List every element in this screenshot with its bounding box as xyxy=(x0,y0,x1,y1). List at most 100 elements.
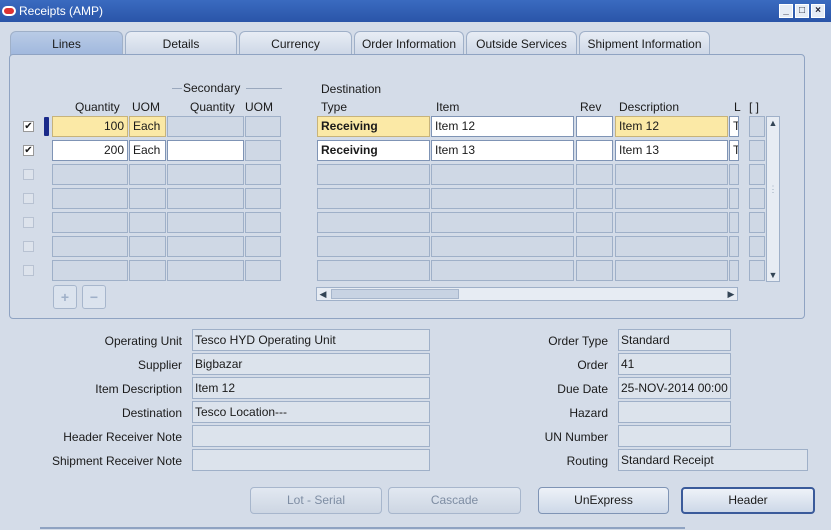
scroll-right-icon[interactable]: ▶ xyxy=(725,288,737,300)
folder-icon[interactable]: [ ] xyxy=(749,100,759,114)
tab-details[interactable]: Details xyxy=(125,31,237,55)
grid-cell-sec-quantity[interactable] xyxy=(167,116,244,137)
grid-cell-rev[interactable] xyxy=(576,188,613,209)
scroll-down-icon[interactable]: ▼ xyxy=(767,269,779,281)
scroll-left-icon[interactable]: ◀ xyxy=(317,288,329,300)
row-select-checkbox[interactable]: ✔ xyxy=(23,121,34,132)
grid-cell-l[interactable] xyxy=(729,188,739,209)
grid-cell-rev[interactable] xyxy=(576,212,613,233)
horizontal-scroll-thumb[interactable] xyxy=(331,289,459,299)
tab-lines[interactable]: Lines xyxy=(10,31,123,56)
grid-cell-quantity[interactable] xyxy=(52,260,128,281)
grid-cell-sec-quantity[interactable] xyxy=(167,140,244,161)
grid-cell-uom[interactable] xyxy=(129,188,166,209)
grid-cell-rev[interactable] xyxy=(576,164,613,185)
grid-cell-uom[interactable]: Each xyxy=(129,116,166,137)
order-type-field[interactable]: Standard xyxy=(618,329,731,351)
scroll-thumb-grip-icon[interactable]: ⋮ xyxy=(767,183,779,195)
close-icon[interactable]: × xyxy=(811,4,825,18)
grid-cell-quantity[interactable] xyxy=(52,212,128,233)
grid-cell-description[interactable] xyxy=(615,260,728,281)
order-field[interactable]: 41 xyxy=(618,353,731,375)
grid-cell-sec-quantity[interactable] xyxy=(167,164,244,185)
grid-cell-uom[interactable] xyxy=(129,212,166,233)
grid-cell-rev[interactable] xyxy=(576,116,613,137)
grid-cell-quantity[interactable]: 200 xyxy=(52,140,128,161)
row-select-checkbox[interactable] xyxy=(23,193,34,204)
grid-cell-dest-type[interactable] xyxy=(317,164,430,185)
grid-cell-folder[interactable] xyxy=(749,116,765,137)
grid-cell-l[interactable]: T xyxy=(729,116,739,137)
grid-cell-sec-quantity[interactable] xyxy=(167,260,244,281)
row-select-checkbox[interactable] xyxy=(23,265,34,276)
grid-cell-quantity[interactable] xyxy=(52,188,128,209)
tab-shipment-information[interactable]: Shipment Information xyxy=(579,31,710,55)
grid-cell-l[interactable]: T xyxy=(729,140,739,161)
grid-cell-sec-uom[interactable] xyxy=(245,140,281,161)
grid-cell-item[interactable] xyxy=(431,164,574,185)
grid-cell-item[interactable] xyxy=(431,236,574,257)
grid-cell-description[interactable]: Item 12 xyxy=(615,116,728,137)
grid-cell-quantity[interactable] xyxy=(52,164,128,185)
grid-cell-description[interactable]: Item 13 xyxy=(615,140,728,161)
grid-cell-folder[interactable] xyxy=(749,164,765,185)
grid-cell-l[interactable] xyxy=(729,164,739,185)
row-select-checkbox[interactable]: ✔ xyxy=(23,145,34,156)
scroll-up-icon[interactable]: ▲ xyxy=(767,117,779,129)
tab-currency[interactable]: Currency xyxy=(239,31,352,55)
grid-cell-l[interactable] xyxy=(729,212,739,233)
grid-horizontal-scrollbar[interactable]: ◀ ▶ xyxy=(316,287,738,301)
grid-cell-quantity[interactable]: 100 xyxy=(52,116,128,137)
add-row-button[interactable]: + xyxy=(53,285,77,309)
grid-cell-sec-uom[interactable] xyxy=(245,116,281,137)
grid-cell-l[interactable] xyxy=(729,260,739,281)
hazard-field[interactable] xyxy=(618,401,731,423)
grid-vertical-scrollbar[interactable]: ▲ ⋮ ▼ xyxy=(766,116,780,282)
operating-unit-field[interactable]: Tesco HYD Operating Unit xyxy=(192,329,430,351)
minimize-icon[interactable]: _ xyxy=(779,4,793,18)
remove-row-button[interactable]: − xyxy=(82,285,106,309)
grid-cell-folder[interactable] xyxy=(749,236,765,257)
grid-cell-folder[interactable] xyxy=(749,260,765,281)
destination-field[interactable]: Tesco Location--- xyxy=(192,401,430,423)
grid-cell-folder[interactable] xyxy=(749,212,765,233)
grid-cell-sec-uom[interactable] xyxy=(245,212,281,233)
grid-cell-dest-type[interactable]: Receiving xyxy=(317,140,430,161)
grid-cell-description[interactable] xyxy=(615,188,728,209)
row-select-checkbox[interactable] xyxy=(23,217,34,228)
tab-outside-services[interactable]: Outside Services xyxy=(466,31,577,55)
grid-cell-rev[interactable] xyxy=(576,236,613,257)
row-select-checkbox[interactable] xyxy=(23,241,34,252)
grid-cell-quantity[interactable] xyxy=(52,236,128,257)
grid-cell-item[interactable]: Item 13 xyxy=(431,140,574,161)
grid-cell-sec-uom[interactable] xyxy=(245,164,281,185)
grid-cell-sec-uom[interactable] xyxy=(245,236,281,257)
grid-cell-rev[interactable] xyxy=(576,260,613,281)
grid-cell-sec-quantity[interactable] xyxy=(167,188,244,209)
grid-cell-dest-type[interactable]: Receiving xyxy=(317,116,430,137)
grid-cell-description[interactable] xyxy=(615,212,728,233)
grid-cell-uom[interactable] xyxy=(129,236,166,257)
cascade-button[interactable]: Cascade xyxy=(388,487,521,514)
row-select-checkbox[interactable] xyxy=(23,169,34,180)
header-button[interactable]: Header xyxy=(681,487,815,514)
grid-cell-uom[interactable] xyxy=(129,164,166,185)
unexpress-button[interactable]: UnExpress xyxy=(538,487,669,514)
grid-cell-description[interactable] xyxy=(615,236,728,257)
grid-cell-sec-uom[interactable] xyxy=(245,260,281,281)
grid-cell-dest-type[interactable] xyxy=(317,260,430,281)
grid-cell-dest-type[interactable] xyxy=(317,236,430,257)
supplier-field[interactable]: Bigbazar xyxy=(192,353,430,375)
grid-cell-dest-type[interactable] xyxy=(317,212,430,233)
grid-cell-sec-quantity[interactable] xyxy=(167,236,244,257)
grid-cell-item[interactable] xyxy=(431,260,574,281)
shipment-receiver-note-field[interactable] xyxy=(192,449,430,471)
grid-cell-sec-quantity[interactable] xyxy=(167,212,244,233)
routing-field[interactable]: Standard Receipt xyxy=(618,449,808,471)
grid-cell-description[interactable] xyxy=(615,164,728,185)
grid-cell-item[interactable] xyxy=(431,212,574,233)
grid-cell-rev[interactable] xyxy=(576,140,613,161)
lot-serial-button[interactable]: Lot - Serial xyxy=(250,487,382,514)
un-number-field[interactable] xyxy=(618,425,731,447)
item-description-field[interactable]: Item 12 xyxy=(192,377,430,399)
